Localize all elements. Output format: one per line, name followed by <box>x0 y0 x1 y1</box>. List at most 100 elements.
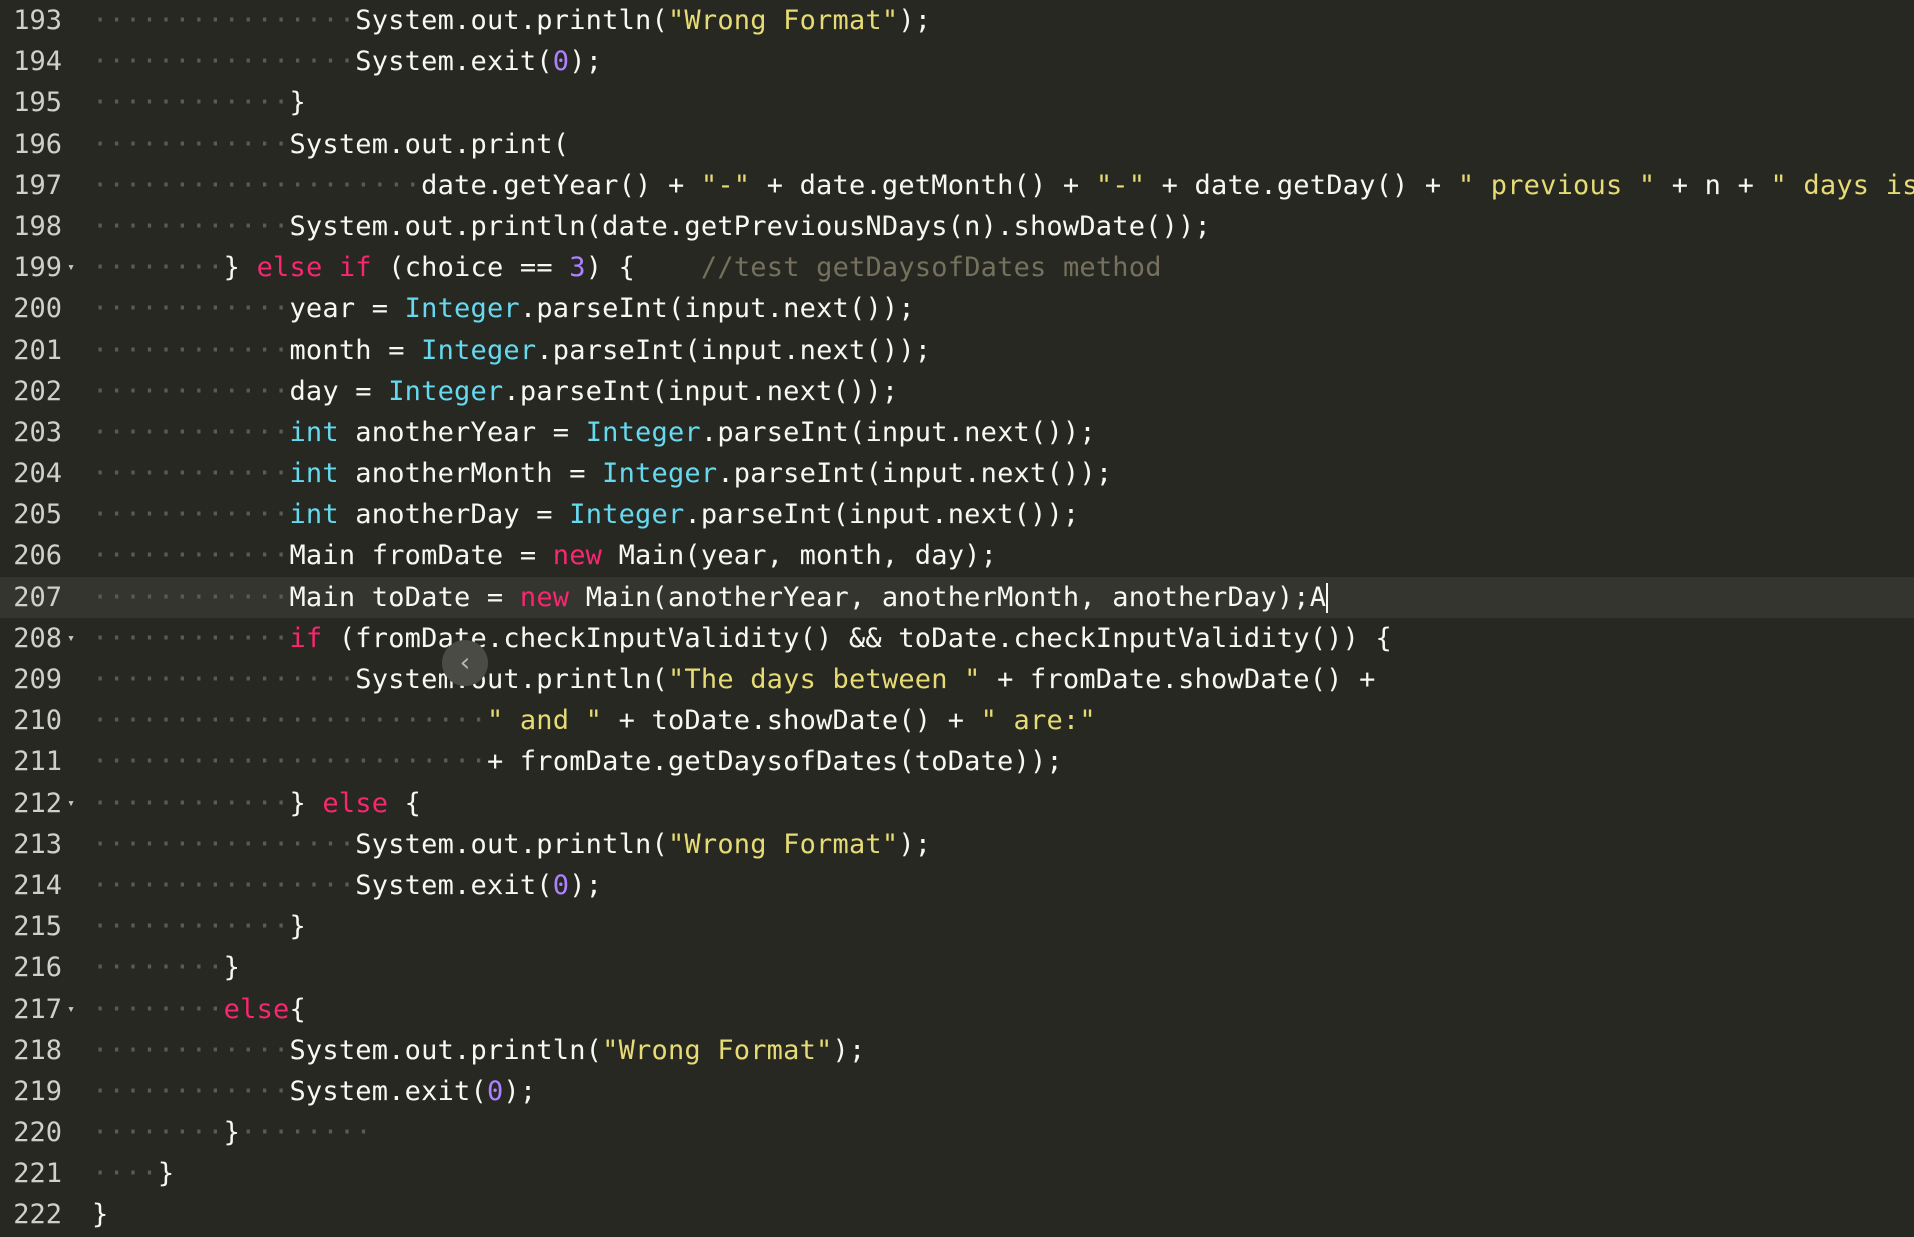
code-line[interactable]: 213 ················System.out.println("W… <box>0 824 1914 865</box>
code-line[interactable]: 216 ········} <box>0 947 1914 988</box>
fold-toggle-icon[interactable]: ▾ <box>64 618 78 659</box>
code-text[interactable]: ············year = Integer.parseInt(inpu… <box>92 288 915 329</box>
code-text[interactable]: ············int anotherYear = Integer.pa… <box>92 412 1096 453</box>
code-editor[interactable]: 193 ················System.out.println("W… <box>0 0 1914 1237</box>
code-line[interactable]: 194 ················System.exit(0); <box>0 41 1914 82</box>
code-line[interactable]: 219 ············System.exit(0); <box>0 1071 1914 1112</box>
code-text[interactable]: ············System.out.println("Wrong Fo… <box>92 1030 865 1071</box>
code-text[interactable]: ············day = Integer.parseInt(input… <box>92 371 898 412</box>
indent-guide: ···· <box>92 1158 158 1190</box>
line-number: 200 <box>13 293 62 325</box>
code-token: 0 <box>486 1075 504 1107</box>
collapse-panel-button[interactable]: ‹ <box>442 640 488 686</box>
code-line[interactable]: 209 ················System.out.println("T… <box>0 659 1914 700</box>
code-line[interactable]: 193 ················System.out.println("W… <box>0 0 1914 41</box>
fold-toggle-icon[interactable]: ▾ <box>64 783 78 824</box>
code-line[interactable]: 220 ········}········ <box>0 1112 1914 1153</box>
code-line[interactable]: 197 ····················date.getYear() + … <box>0 165 1914 206</box>
code-line[interactable]: 200 ············year = Integer.parseInt(i… <box>0 288 1914 329</box>
line-number: 210 <box>13 705 62 737</box>
indent-guide: ············ <box>92 293 290 325</box>
code-text[interactable]: ············} else { <box>92 783 421 824</box>
code-line[interactable]: 205 ············int anotherDay = Integer.… <box>0 494 1914 535</box>
line-number: 195 <box>13 87 62 119</box>
code-token: System.out.println( <box>355 828 668 860</box>
indent-guide: ············ <box>92 499 290 531</box>
code-token: ); <box>898 828 932 860</box>
indent-guide: ················ <box>92 5 356 36</box>
indent-guide: ············ <box>92 1075 290 1107</box>
line-number: 219 <box>13 1075 62 1107</box>
code-text[interactable]: } <box>92 1194 108 1235</box>
code-line[interactable]: 201 ············month = Integer.parseInt(… <box>0 330 1914 371</box>
code-token: date.getYear() + <box>421 169 701 201</box>
code-text[interactable]: ············Main toDate = new Main(anoth… <box>92 577 1329 618</box>
code-text[interactable]: ········}········ <box>92 1112 372 1153</box>
code-token: int <box>289 499 339 531</box>
code-line[interactable]: 211 ························+ fromDate.ge… <box>0 741 1914 782</box>
code-text[interactable]: ············System.out.println(date.getP… <box>92 206 1211 247</box>
indent-guide: ················ <box>92 664 356 695</box>
code-text[interactable]: ························" and " + toDate… <box>92 700 1096 741</box>
code-text[interactable]: ················System.exit(0); <box>92 41 602 82</box>
code-token: } <box>289 911 306 943</box>
line-number: 218 <box>13 1034 62 1066</box>
code-text[interactable]: ················System.out.println("Wron… <box>92 824 931 865</box>
code-text[interactable]: ········} <box>92 947 240 988</box>
code-text[interactable]: ····} <box>92 1153 174 1194</box>
code-text[interactable]: ············System.exit(0); <box>92 1071 536 1112</box>
code-token: .parseInt(input.next()); <box>700 416 1096 448</box>
code-token: "-" <box>1095 169 1146 201</box>
code-line[interactable]: 206 ············Main fromDate = new Main(… <box>0 535 1914 576</box>
code-line[interactable]: 208 ▾ ············if (fromDate.checkInputV… <box>0 618 1914 659</box>
code-line[interactable]: 203 ············int anotherYear = Integer… <box>0 412 1914 453</box>
code-line[interactable]: 221 ····} <box>0 1153 1914 1194</box>
code-text[interactable]: ············} <box>92 906 306 947</box>
code-text[interactable]: ············int anotherMonth = Integer.p… <box>92 453 1112 494</box>
code-text[interactable]: ············System.out.print( <box>92 124 569 165</box>
line-number: 213 <box>13 828 62 860</box>
code-text[interactable]: ········else{ <box>92 989 306 1030</box>
fold-toggle-icon[interactable]: ▾ <box>64 247 78 288</box>
code-token: "Wrong Format" <box>667 828 899 860</box>
code-token: "-" <box>700 169 751 201</box>
code-line[interactable]: 204 ············int anotherMonth = Intege… <box>0 453 1914 494</box>
code-token: + fromDate.getDaysofDates(toDate)); <box>486 746 1063 778</box>
fold-toggle-icon[interactable]: ▾ <box>64 989 78 1030</box>
code-line[interactable]: 222} <box>0 1194 1914 1235</box>
code-token: } <box>92 1199 109 1231</box>
code-token: System.out.println( <box>355 664 668 695</box>
code-line[interactable]: 195 ············} <box>0 82 1914 123</box>
code-lines[interactable]: 193 ················System.out.println("W… <box>0 0 1914 1236</box>
code-line[interactable]: 218 ············System.out.println("Wrong… <box>0 1030 1914 1071</box>
code-line[interactable]: 214 ················System.exit(0); <box>0 865 1914 906</box>
code-line[interactable]: 210 ························" and " + toD… <box>0 700 1914 741</box>
code-text[interactable]: ············Main fromDate = new Main(yea… <box>92 535 997 576</box>
code-line[interactable]: 212 ▾ ············} else { <box>0 783 1914 824</box>
code-line[interactable]: 215 ············} <box>0 906 1914 947</box>
code-token: anotherYear = <box>338 416 586 448</box>
code-text[interactable]: ············} <box>92 82 306 123</box>
code-text[interactable]: ············int anotherDay = Integer.par… <box>92 494 1079 535</box>
code-line[interactable]: 202 ············day = Integer.parseInt(in… <box>0 371 1914 412</box>
indent-guide: ························ <box>92 746 487 778</box>
code-token: + fromDate.showDate() + <box>980 664 1376 695</box>
code-text[interactable]: ················System.out.println("The … <box>92 659 1376 700</box>
code-line[interactable]: 196 ············System.out.print( <box>0 124 1914 165</box>
code-line[interactable]: 199 ▾ ········} else if (choice == 3) { //… <box>0 247 1914 288</box>
code-text[interactable]: ············month = Integer.parseInt(inp… <box>92 330 931 371</box>
line-number: 196 <box>13 128 62 160</box>
code-token: " and " <box>486 705 603 737</box>
code-text[interactable]: ························+ fromDate.getDa… <box>92 741 1063 782</box>
indent-guide: ························ <box>92 705 487 737</box>
code-text[interactable]: ················System.out.println("Wron… <box>92 0 931 41</box>
code-token: .parseInt(input.next()); <box>503 375 899 407</box>
code-text[interactable]: ················System.exit(0); <box>92 865 602 906</box>
code-text[interactable]: ········} else if (choice == 3) { //test… <box>92 247 1162 288</box>
code-token: Main fromDate = <box>289 540 553 572</box>
code-line[interactable]: 207 ············Main toDate = new Main(an… <box>0 576 1914 618</box>
code-line[interactable]: 217 ▾ ········else{ <box>0 989 1914 1030</box>
code-line[interactable]: 198 ············System.out.println(date.g… <box>0 206 1914 247</box>
code-text[interactable]: ············if (fromDate.checkInputValid… <box>92 618 1392 659</box>
code-text[interactable]: ····················date.getYear() + "-"… <box>92 165 1914 206</box>
